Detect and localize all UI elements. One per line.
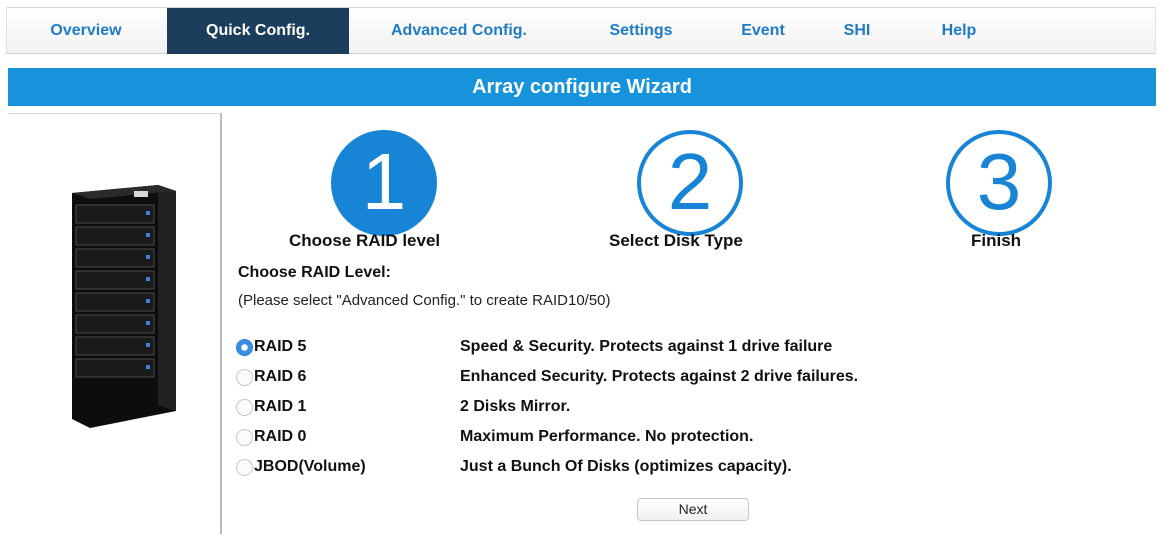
raid1-description: 2 Disks Mirror. <box>460 398 571 415</box>
raid0-description: Maximum Performance. No protection. <box>460 428 754 445</box>
tab-quick-config[interactable]: Quick Config. <box>167 8 349 54</box>
jbod-description: Just a Bunch Of Disks (optimizes capacit… <box>460 458 792 475</box>
raid6-description: Enhanced Security. Protects against 2 dr… <box>460 368 859 385</box>
tab-settings[interactable]: Settings <box>581 8 701 54</box>
device-panel <box>8 113 222 534</box>
raid6-label[interactable]: RAID 6 <box>254 368 306 386</box>
raid5-radio[interactable] <box>236 339 253 356</box>
raid5-description: Speed & Security. Protects against 1 dri… <box>460 338 833 355</box>
raid0-radio[interactable] <box>236 429 253 446</box>
raid-enclosure-image <box>72 185 176 428</box>
step-1-circle: 1 <box>331 130 437 236</box>
step-2-label: Select Disk Type <box>609 231 743 250</box>
tab-advanced-config[interactable]: Advanced Config. <box>359 8 559 54</box>
tab-event[interactable]: Event <box>711 8 815 54</box>
step-2-circle: 2 <box>637 130 743 236</box>
jbod-radio[interactable] <box>236 459 253 476</box>
top-nav-tabs: Overview Quick Config. Advanced Config. … <box>6 7 1156 54</box>
step-3-circle: 3 <box>946 130 1052 236</box>
raid-level-heading: Choose RAID Level: <box>238 264 391 281</box>
raid5-label[interactable]: RAID 5 <box>254 338 306 356</box>
raid1-radio[interactable] <box>236 399 253 416</box>
raid1-label[interactable]: RAID 1 <box>254 398 306 416</box>
step-3-label: Finish <box>971 231 1022 250</box>
tab-help[interactable]: Help <box>913 8 1005 54</box>
tab-shi[interactable]: SHI <box>825 8 889 54</box>
raid6-radio[interactable] <box>236 369 253 386</box>
raid-level-note: (Please select "Advanced Config." to cre… <box>238 292 611 309</box>
step-1-label: Choose RAID level <box>289 231 441 250</box>
raid0-label[interactable]: RAID 0 <box>254 428 306 446</box>
wizard-title-banner: Array configure Wizard <box>8 68 1156 106</box>
next-button[interactable]: Next <box>637 498 749 521</box>
jbod-label[interactable]: JBOD(Volume) <box>254 458 366 476</box>
tab-overview[interactable]: Overview <box>7 8 165 54</box>
